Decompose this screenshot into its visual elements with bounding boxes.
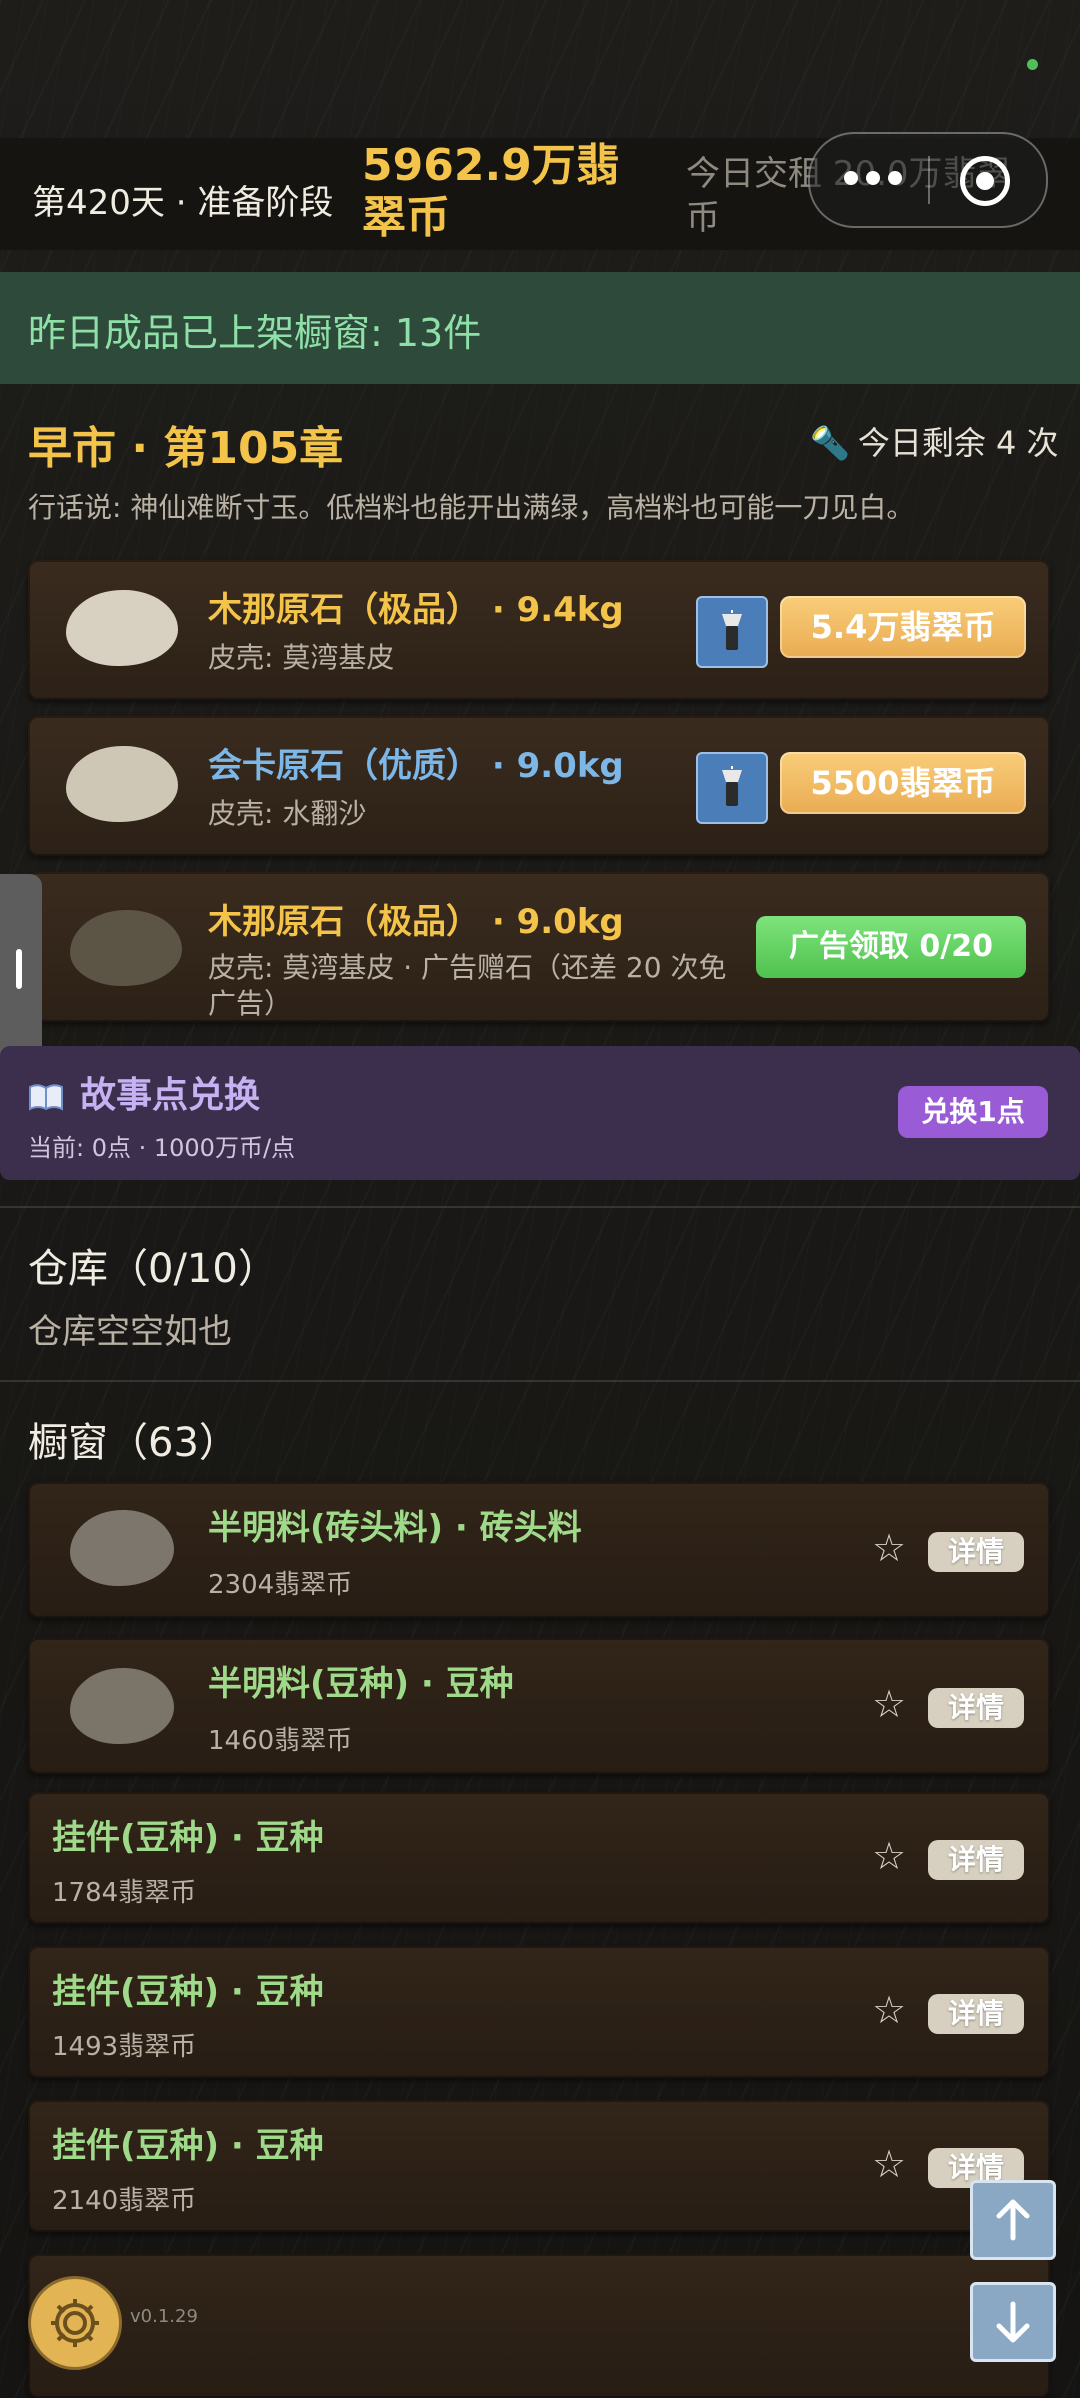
warehouse-empty-text: 仓库空空如也 — [28, 1312, 232, 1352]
favorite-star-icon[interactable]: ☆ — [872, 1526, 906, 1570]
status-dot — [1027, 59, 1038, 70]
scroll-up-button[interactable] — [970, 2180, 1056, 2260]
showcase-item-title: 挂件(豆种) · 豆种 — [52, 2126, 324, 2166]
favorite-star-icon[interactable]: ☆ — [872, 2142, 906, 2186]
item-title: 木那原石（极品） · 9.4kg — [208, 590, 624, 630]
showcase-item-price: 1493翡翠币 — [52, 2032, 197, 2062]
market-title: 早市 · 第105章 — [28, 423, 344, 474]
raw-stone-icon — [66, 590, 178, 666]
showcase-item[interactable]: 挂件(豆种) · 豆种 2140翡翠币 ☆ 详情 — [28, 2100, 1050, 2232]
detail-button[interactable]: 详情 — [928, 1688, 1024, 1728]
coin-balance: 5962.9万翡翠币 — [362, 140, 620, 243]
flashlight-icon: 🔦 — [810, 424, 850, 462]
side-drawer-handle[interactable] — [0, 874, 42, 1064]
detail-button[interactable]: 详情 — [928, 1840, 1024, 1880]
raw-stone-icon — [70, 1510, 174, 1586]
buy-price-button[interactable]: 5.4万翡翠币 — [780, 596, 1026, 658]
showcase-item-title: 半明料(砖头料) · 砖头料 — [208, 1508, 582, 1548]
section-divider — [0, 1380, 1080, 1382]
flashlight-inspect-button[interactable] — [696, 752, 768, 824]
buy-price-button[interactable]: 5500翡翠币 — [780, 752, 1026, 814]
showcase-title: 橱窗（63） — [28, 1420, 239, 1466]
showcase-item-title: 半明料(豆种) · 豆种 — [208, 1664, 514, 1704]
showcase-item-price: 2304翡翠币 — [208, 1570, 353, 1600]
raw-stone-icon — [70, 1668, 174, 1744]
more-menu-icon[interactable] — [844, 170, 914, 190]
version-label: v0.1.29 — [130, 2306, 198, 2327]
book-icon — [29, 1084, 63, 1111]
story-title-text: 故事点兑换 — [80, 1075, 261, 1116]
exchange-point-button[interactable]: 兑换1点 — [898, 1086, 1048, 1138]
story-points-info: 当前: 0点 · 1000万币/点 — [28, 1134, 296, 1162]
close-target-icon[interactable] — [960, 156, 1010, 206]
showcase-item[interactable]: 挂件(豆种) · 豆种 1784翡翠币 ☆ 详情 — [28, 1792, 1050, 1924]
warehouse-title: 仓库（0/10） — [28, 1246, 278, 1292]
showcase-item[interactable]: 挂件(豆种) · 豆种 1493翡翠币 ☆ 详情 — [28, 1946, 1050, 2078]
market-item-2[interactable]: 会卡原石（优质） · 9.0kg 皮壳: 水翻沙 5500翡翠币 — [28, 716, 1050, 856]
flashlight-inspect-button[interactable] — [696, 596, 768, 668]
settings-button[interactable] — [28, 2276, 122, 2370]
favorite-star-icon[interactable]: ☆ — [872, 1834, 906, 1878]
showcase-item-title: 挂件(豆种) · 豆种 — [52, 1818, 324, 1858]
market-item-3[interactable]: 木那原石（极品） · 9.0kg 皮壳: 莫湾基皮 · 广告赠石（还差 20 次… — [28, 872, 1050, 1022]
miniprogram-capsule — [808, 132, 1048, 228]
capsule-divider — [928, 156, 930, 204]
scroll-down-button[interactable] — [970, 2282, 1056, 2362]
flashlight-icon — [722, 610, 742, 650]
story-exchange-title: 故事点兑换 — [28, 1066, 260, 1118]
remaining-count: 🔦 今日剩余 4 次 — [810, 418, 1059, 464]
showcase-item-price: 1784翡翠币 — [52, 1878, 197, 1908]
showcase-item-title: 挂件(豆种) · 豆种 — [52, 1972, 324, 2012]
section-divider — [0, 1206, 1080, 1208]
favorite-star-icon[interactable]: ☆ — [872, 1988, 906, 2032]
showcase-item-price: 2140翡翠币 — [52, 2186, 197, 2216]
notice-text: 昨日成品已上架橱窗: 13件 — [28, 311, 482, 355]
detail-button[interactable]: 详情 — [928, 1532, 1024, 1572]
item-shell: 皮壳: 莫湾基皮 · 广告赠石（还差 20 次免广告） — [208, 951, 727, 1020]
proverb-text: 行话说: 神仙难断寸玉。低档料也能开出满绿，高档料也可能一刀见白。 — [28, 491, 915, 524]
arrow-up-icon — [996, 2199, 1030, 2241]
item-title: 木那原石（极品） · 9.0kg — [208, 902, 624, 942]
item-title: 会卡原石（优质） · 9.0kg — [208, 746, 624, 786]
ad-claim-button[interactable]: 广告领取 0/20 — [756, 916, 1026, 978]
item-shell: 皮壳: 莫湾基皮 — [208, 641, 395, 674]
arrow-down-icon — [996, 2301, 1030, 2343]
showcase-item[interactable]: 半明料(砖头料) · 砖头料 2304翡翠币 ☆ 详情 — [28, 1482, 1050, 1618]
raw-stone-icon — [70, 910, 182, 986]
gear-icon — [51, 2299, 99, 2347]
day-phase-label: 第420天 · 准备阶段 — [32, 183, 334, 223]
detail-button[interactable]: 详情 — [928, 1994, 1024, 2034]
remaining-text: 今日剩余 4 次 — [857, 424, 1059, 462]
showcase-item-price: 1460翡翠币 — [208, 1726, 353, 1756]
item-shell: 皮壳: 水翻沙 — [208, 797, 367, 830]
flashlight-icon — [722, 766, 742, 806]
raw-stone-icon — [66, 746, 178, 822]
favorite-star-icon[interactable]: ☆ — [872, 1682, 906, 1726]
showcase-item[interactable]: 半明料(豆种) · 豆种 1460翡翠币 ☆ 详情 — [28, 1638, 1050, 1774]
market-item-1[interactable]: 木那原石（极品） · 9.4kg 皮壳: 莫湾基皮 5.4万翡翠币 — [28, 560, 1050, 700]
